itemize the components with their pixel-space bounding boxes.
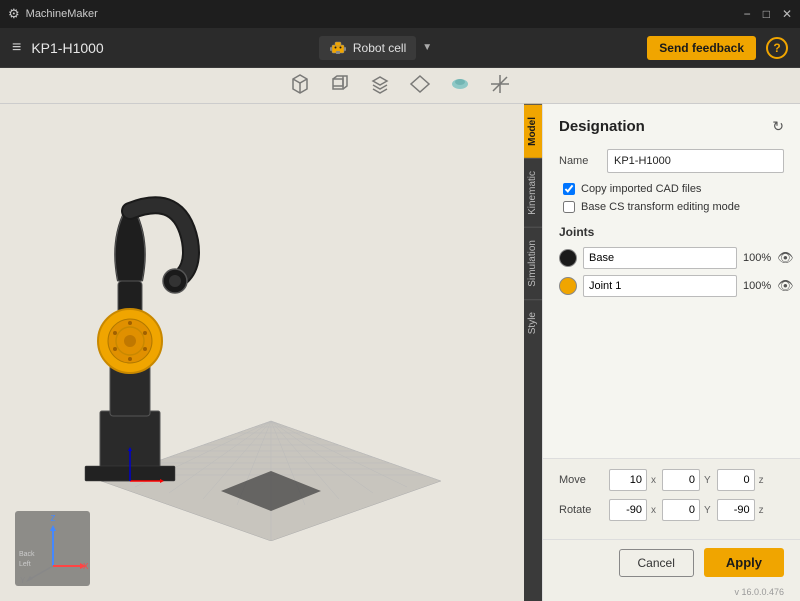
rotate-x-letter: x [651,505,656,516]
panel-footer: Cancel Apply [543,539,800,585]
rotate-x-group: x [609,499,656,521]
app-name: MachineMaker [26,8,98,20]
move-z-group: z [717,469,764,491]
rotate-x-input[interactable] [609,499,647,521]
robot-cell-badge[interactable]: Robot cell [319,36,416,60]
topbar-right: Send feedback ? [647,36,788,60]
joints-title: Joints [559,225,784,239]
svg-text:Y: Y [20,576,26,585]
axis-indicator: Z X Y Back Left [15,511,90,586]
tab-style[interactable]: Style [524,299,542,346]
copy-cad-label: Copy imported CAD files [581,183,701,195]
toolbar-box-icon[interactable] [329,73,351,98]
rotate-y-input[interactable] [662,499,700,521]
main-area: Z X Y Back Left Model Kinematic Simulati… [0,104,800,601]
move-y-letter: Y [704,475,711,486]
toolbar-cube-icon[interactable] [289,73,311,98]
svg-text:Left: Left [19,561,31,568]
robot-cell-label: Robot cell [353,41,406,55]
scene: Z X Y Back Left [0,104,542,601]
toolbar-axes-icon[interactable] [489,73,511,98]
move-label: Move [559,474,603,486]
refresh-icon[interactable]: ↻ [772,118,784,135]
joint-row-base: 100% 👁 [559,247,784,269]
toolbar-teal-icon[interactable] [449,73,471,98]
joint-base-visibility[interactable]: 👁 [777,250,794,266]
topbar: ≡ KP1-H1000 Robot cell ▼ Send feedback ? [0,28,800,68]
restore-button[interactable]: □ [763,7,770,21]
move-y-input[interactable] [662,469,700,491]
move-x-group: x [609,469,656,491]
name-label: Name [559,155,599,167]
panel-title: Designation [559,118,645,135]
topbar-center: Robot cell ▼ [319,36,432,60]
panel-header: Designation ↻ [559,118,784,135]
base-cs-label: Base CS transform editing mode [581,201,740,213]
svg-text:Back: Back [19,551,35,558]
joint1-color [559,277,577,295]
joint-base-name[interactable] [583,247,737,269]
cancel-button[interactable]: Cancel [619,549,694,577]
rotate-row: Rotate x Y z [559,499,784,521]
joint-base-pct: 100% [743,252,771,264]
joint-base-color [559,249,577,267]
viewport[interactable]: Z X Y Back Left [0,104,542,601]
page-title: KP1-H1000 [31,40,103,56]
titlebar: ⚙ MachineMaker − □ ✕ [0,0,800,28]
joint1-visibility[interactable]: 👁 [777,278,794,294]
robot-icon [329,39,347,57]
move-z-input[interactable] [717,469,755,491]
bottom-fields: Move x Y z Rotate x [543,458,800,539]
rotate-z-letter: z [759,505,764,516]
toolbar-layers-icon[interactable] [369,73,391,98]
svg-text:X: X [83,562,89,571]
robot-cell-dropdown[interactable]: ▼ [422,42,432,53]
rotate-y-letter: Y [704,505,711,516]
menu-icon[interactable]: ≡ [12,39,21,57]
robot-svg [30,181,230,501]
move-x-letter: x [651,475,656,486]
tab-kinematic[interactable]: Kinematic [524,158,542,227]
joint1-name[interactable] [583,275,737,297]
toolbar [0,68,800,104]
rotate-label: Rotate [559,504,603,516]
app-icon: ⚙ [8,6,20,22]
feedback-button[interactable]: Send feedback [647,36,756,60]
topbar-left: ≡ KP1-H1000 [12,39,104,57]
move-z-letter: z [759,475,764,486]
right-panel: Designation ↻ Name Copy imported CAD fil… [542,104,800,601]
rotate-y-group: Y [662,499,711,521]
rotate-z-input[interactable] [717,499,755,521]
titlebar-left: ⚙ MachineMaker [8,6,98,22]
help-button[interactable]: ? [766,37,788,59]
checkbox2-row: Base CS transform editing mode [559,201,784,213]
tab-simulation[interactable]: Simulation [524,227,542,299]
rotate-z-group: z [717,499,764,521]
panel-content: Designation ↻ Name Copy imported CAD fil… [543,104,800,458]
close-button[interactable]: ✕ [782,7,792,21]
joint-row-joint1: 100% 👁 [559,275,784,297]
joint1-pct: 100% [743,280,771,292]
move-x-input[interactable] [609,469,647,491]
name-field-row: Name [559,149,784,173]
base-cs-checkbox[interactable] [563,201,575,213]
apply-button[interactable]: Apply [704,548,784,577]
name-input[interactable] [607,149,784,173]
minimize-button[interactable]: − [744,7,751,21]
move-row: Move x Y z [559,469,784,491]
svg-text:Z: Z [51,514,56,523]
side-tabs: Model Kinematic Simulation Style [524,104,542,601]
toolbar-shape-icon[interactable] [409,73,431,98]
copy-cad-checkbox[interactable] [563,183,575,195]
version-text: v 16.0.0.476 [543,585,800,601]
titlebar-controls: − □ ✕ [744,7,792,21]
checkbox1-row: Copy imported CAD files [559,183,784,195]
move-y-group: Y [662,469,711,491]
tab-model[interactable]: Model [524,104,542,158]
